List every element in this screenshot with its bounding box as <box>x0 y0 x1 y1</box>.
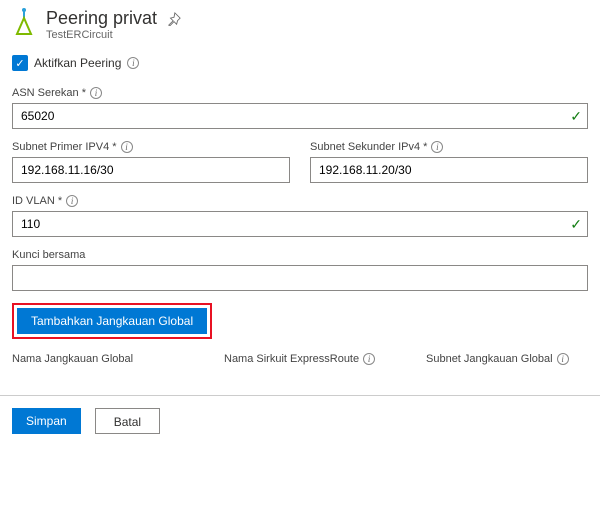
info-icon[interactable]: i <box>121 141 133 153</box>
vlan-input[interactable] <box>12 211 588 237</box>
highlight-box: Tambahkan Jangkauan Global <box>12 303 212 339</box>
asn-label: ASN Serekan * <box>12 87 86 99</box>
enable-peering-label: Aktifkan Peering <box>34 56 121 70</box>
col-circuit-name: Nama Sirkuit ExpressRoute <box>224 353 359 365</box>
info-icon[interactable]: i <box>127 57 139 69</box>
enable-peering-checkbox[interactable]: ✓ <box>12 55 28 71</box>
info-icon[interactable]: i <box>431 141 443 153</box>
page-header: Peering privat TestERCircuit <box>12 8 588 41</box>
info-icon[interactable]: i <box>557 353 569 365</box>
sharedkey-input[interactable] <box>12 265 588 291</box>
info-icon[interactable]: i <box>66 195 78 207</box>
info-icon[interactable]: i <box>363 353 375 365</box>
vlan-label: ID VLAN * <box>12 195 62 207</box>
secondary-subnet-label: Subnet Sekunder IPv4 * <box>310 141 427 153</box>
save-button[interactable]: Simpan <box>12 408 81 434</box>
primary-subnet-input[interactable] <box>12 157 290 183</box>
add-global-reach-button[interactable]: Tambahkan Jangkauan Global <box>17 308 207 334</box>
cancel-button[interactable]: Batal <box>95 408 160 434</box>
secondary-subnet-input[interactable] <box>310 157 588 183</box>
page-title: Peering privat <box>46 8 157 29</box>
peering-icon <box>12 8 36 36</box>
global-reach-columns: Nama Jangkauan Global Nama Sirkuit Expre… <box>12 353 588 365</box>
page-subtitle: TestERCircuit <box>46 29 181 41</box>
col-global-subnet: Subnet Jangkauan Global <box>426 353 553 365</box>
pin-icon[interactable] <box>167 12 181 26</box>
divider <box>0 395 600 396</box>
primary-subnet-label: Subnet Primer IPV4 * <box>12 141 117 153</box>
asn-input[interactable] <box>12 103 588 129</box>
valid-check-icon: ✓ <box>570 216 582 233</box>
sharedkey-label: Kunci bersama <box>12 249 85 261</box>
info-icon[interactable]: i <box>90 87 102 99</box>
valid-check-icon: ✓ <box>570 108 582 125</box>
col-global-name: Nama Jangkauan Global <box>12 353 202 365</box>
